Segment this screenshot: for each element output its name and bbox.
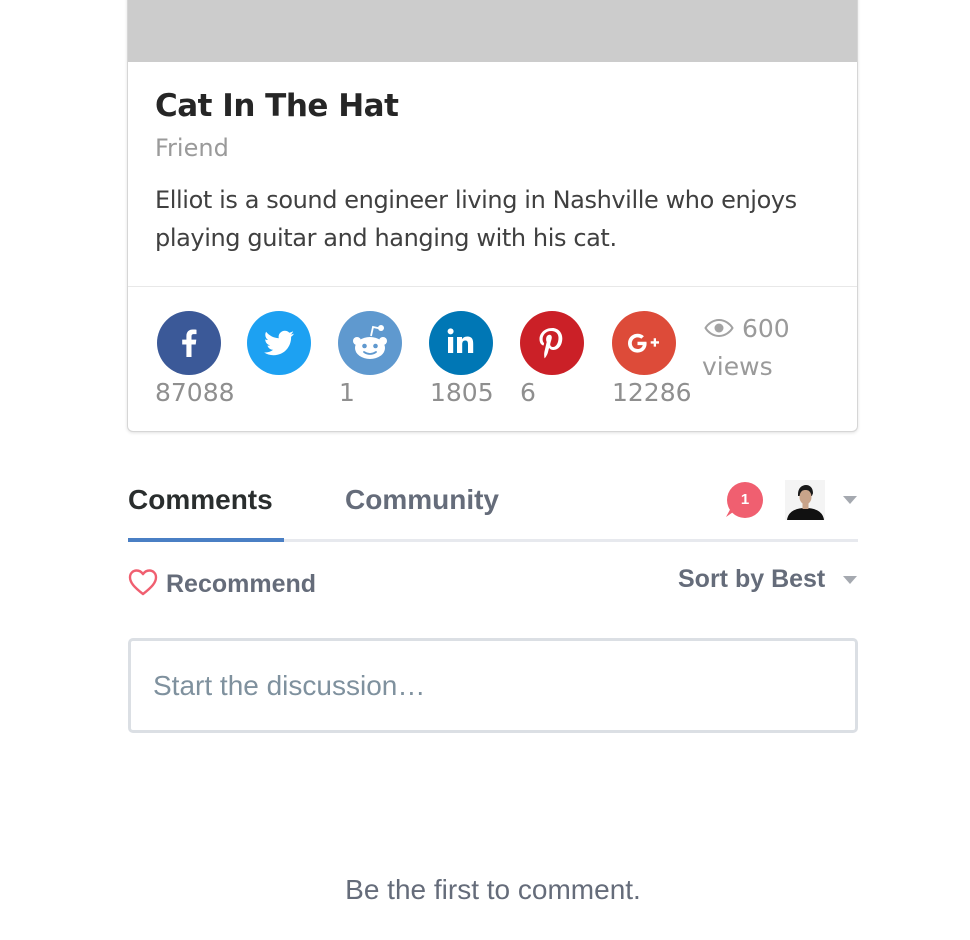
reddit-share-button[interactable] (338, 311, 402, 375)
google-plus-share-button[interactable] (612, 311, 676, 375)
google-plus-icon (628, 333, 659, 353)
twitter-icon (264, 330, 294, 356)
user-avatar[interactable] (785, 480, 825, 520)
pinterest-icon (539, 328, 563, 359)
pinterest-share-count: 6 (520, 378, 536, 407)
sort-dropdown[interactable]: Sort by Best (678, 565, 825, 594)
card-subtitle: Friend (155, 134, 229, 162)
eye-icon (704, 318, 734, 338)
linkedin-share-button[interactable] (429, 311, 493, 375)
views-label: views (702, 352, 773, 381)
reddit-share-count: 1 (339, 378, 355, 407)
empty-comments-message: Be the first to comment. (345, 874, 641, 905)
recommend-button[interactable]: Recommend (128, 568, 316, 600)
google-plus-share-count: 12286 (612, 378, 692, 407)
sort-caret-icon[interactable] (843, 576, 857, 584)
tab-community[interactable]: Community (345, 484, 499, 516)
card-description: Elliot is a sound engineer living in Nas… (155, 186, 797, 252)
card-header-image (128, 0, 857, 62)
profile-card: Cat In The Hat Friend Elliot is a sound … (127, 0, 858, 432)
notification-bubble-tail (726, 506, 736, 517)
tab-comments[interactable]: Comments (128, 484, 273, 516)
facebook-share-button[interactable] (157, 311, 221, 375)
views-count: 600 (742, 314, 790, 343)
pinterest-share-button[interactable] (520, 311, 584, 375)
user-avatar-icon (785, 480, 825, 520)
twitter-share-button[interactable] (247, 311, 311, 375)
active-tab-indicator (128, 538, 284, 542)
card-title: Cat In The Hat (155, 88, 399, 124)
recommend-label: Recommend (166, 570, 317, 598)
facebook-icon (182, 329, 197, 357)
user-menu-caret-icon[interactable] (843, 496, 857, 504)
facebook-share-count: 87088 (155, 378, 235, 407)
discussion-input[interactable] (128, 638, 858, 733)
card-divider (128, 286, 857, 287)
heart-icon (128, 569, 158, 596)
linkedin-icon (447, 328, 474, 353)
reddit-icon (353, 325, 387, 359)
linkedin-share-count: 1805 (430, 378, 494, 407)
